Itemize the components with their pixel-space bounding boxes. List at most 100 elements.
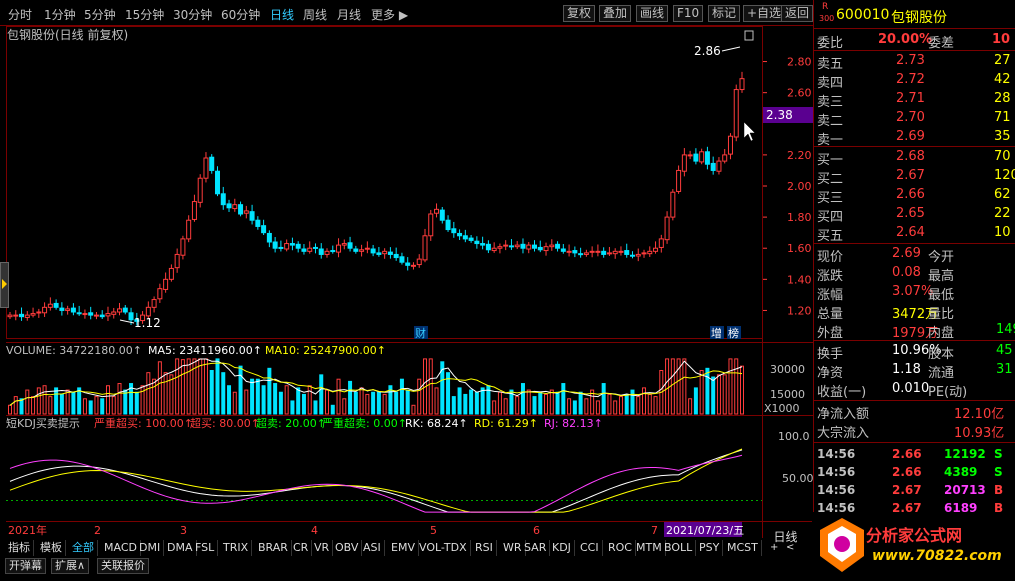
f10-button[interactable]: F10	[673, 5, 704, 22]
indicator-tab-boll[interactable]: BOLL	[661, 540, 697, 556]
kline-chart[interactable]: 2.80 2.60 2.20 2.00 1.80 1.60 1.40 1.20 包钢股份(日线…	[0, 26, 814, 538]
volume-bar	[342, 398, 347, 415]
danmaku-toggle[interactable]: 开弹幕	[5, 558, 46, 574]
indicator-tab-rsi[interactable]: RSI	[472, 540, 497, 556]
candle-body	[514, 244, 520, 248]
mark-button[interactable]: 标记	[708, 5, 741, 22]
candle-body	[261, 225, 267, 234]
volume-bar	[532, 396, 537, 415]
stat-v: 0.08	[892, 265, 921, 280]
candle-body	[393, 253, 399, 259]
candle-body	[376, 252, 382, 255]
ranking-marker[interactable]: 榜	[728, 326, 739, 340]
volume-bar	[232, 391, 237, 415]
scroll-left-icon[interactable]: <	[786, 542, 794, 553]
stat-k: 收益(一)	[817, 385, 867, 400]
period-tab-monthly[interactable]: 月线	[337, 6, 361, 23]
indicator-tab-fsl[interactable]: FSL	[192, 540, 219, 556]
bid-volume: 10	[994, 225, 1011, 240]
indicator-tab-sar[interactable]: SAR	[521, 540, 551, 556]
candle-body	[214, 170, 220, 195]
volume-bar	[595, 400, 600, 415]
candle-body	[330, 250, 336, 253]
volume-bar	[705, 367, 710, 415]
volume-bar	[48, 396, 53, 415]
period-tab-weekly[interactable]: 周线	[303, 6, 327, 23]
chart-area[interactable]: 2.80 2.60 2.20 2.00 1.80 1.60 1.40 1.20 包钢股份(日线…	[0, 26, 814, 538]
flow-row: 净流入额 12.10亿	[814, 402, 1015, 422]
indicator-tab-psy[interactable]: PSY	[696, 540, 724, 556]
candle-body	[7, 314, 13, 318]
period-tab-60min[interactable]: 60分钟	[221, 6, 260, 23]
volume-bar	[434, 387, 439, 415]
period-tab-5min[interactable]: 5分钟	[84, 6, 116, 23]
left-panel-toggle[interactable]	[0, 262, 9, 308]
period-tab-1min[interactable]: 1分钟	[44, 6, 76, 23]
price-tick-label: 1.60	[787, 242, 812, 255]
kdj-rd-value: RD: 61.29↑	[474, 417, 538, 430]
ask-price: 2.70	[896, 110, 925, 125]
indicator-tab-asi[interactable]: ASI	[360, 540, 385, 556]
indicator-tab-macd[interactable]: MACD	[101, 540, 141, 556]
volume-bar	[688, 398, 693, 415]
volume-bar	[54, 387, 59, 415]
volume-bar	[399, 378, 404, 415]
indicator-tab-mcst[interactable]: MCST	[724, 540, 762, 556]
volume-bar	[492, 400, 497, 415]
candle-body	[70, 307, 76, 313]
indicator-tab-指标[interactable]: 指标	[5, 540, 34, 556]
back-button[interactable]: 返回	[781, 5, 814, 22]
volume-bar	[584, 398, 589, 415]
tick-s: B	[994, 483, 1004, 497]
related-quote-tab[interactable]: 关联报价	[97, 558, 149, 574]
period-tab-fenshi[interactable]: 分时	[8, 6, 32, 23]
add-watchlist-button[interactable]: +自选	[743, 5, 786, 22]
candle-body	[111, 311, 117, 315]
indicator-tab-cci[interactable]: CCI	[577, 540, 603, 556]
candle-body	[722, 154, 728, 162]
indicator-tab-trix[interactable]: TRIX	[220, 540, 253, 556]
stat-k2: 量比	[928, 307, 955, 322]
increase-marker[interactable]: 增	[711, 326, 722, 340]
candle-body	[485, 243, 491, 251]
indicator-tab-vr[interactable]: VR	[311, 540, 334, 556]
indicator-tab-全部[interactable]: 全部	[69, 540, 98, 556]
volume-bar	[65, 389, 70, 415]
indicator-tab-cr[interactable]: CR	[290, 540, 313, 556]
volume-scale-label: X1000	[764, 402, 800, 415]
period-tab-15min[interactable]: 15分钟	[125, 6, 164, 23]
indicator-tab-dmi[interactable]: DMI	[136, 540, 165, 556]
period-tab-daily[interactable]: 日线	[270, 6, 294, 23]
bid-price: 2.66	[896, 187, 925, 202]
volume-bar	[25, 389, 30, 415]
indicator-tab-obv[interactable]: OBV	[332, 540, 363, 556]
ask-label: 卖四	[817, 76, 844, 91]
candle-body	[186, 219, 192, 240]
volume-bar	[111, 396, 116, 415]
candle-body	[93, 314, 99, 317]
indicator-tab-emv[interactable]: EMV	[388, 540, 419, 556]
fuquan-button[interactable]: 复权	[563, 5, 596, 22]
volume-bar	[538, 391, 543, 415]
volume-bar	[699, 370, 704, 415]
candle-body	[583, 252, 589, 255]
bid-row: 买一 2.68 70	[814, 148, 1015, 168]
draw-line-button[interactable]: 画线	[636, 5, 669, 22]
svg-text:2021年: 2021年	[8, 523, 47, 537]
overlay-button[interactable]: 叠加	[599, 5, 632, 22]
expand-toggle[interactable]: 扩展∧	[51, 558, 90, 574]
volume-bar	[290, 400, 295, 415]
indicator-tab-roc[interactable]: ROC	[605, 540, 636, 556]
finance-marker[interactable]: 财	[415, 326, 426, 340]
bid-row: 买二 2.67 120	[814, 167, 1015, 187]
indicator-tab-brar[interactable]: BRAR	[255, 540, 292, 556]
indicator-tab-kdj[interactable]: KDJ	[549, 540, 575, 556]
add-tab-icon[interactable]: +	[770, 542, 778, 553]
indicator-tab-模板[interactable]: 模板	[37, 540, 66, 556]
candle-body	[710, 162, 716, 171]
candle-body	[30, 313, 36, 316]
period-tab-30min[interactable]: 30分钟	[173, 6, 212, 23]
indicator-tab-vol-tdx[interactable]: VOL-TDX	[416, 540, 471, 556]
candle-body	[336, 244, 342, 253]
period-tab-more[interactable]: 更多 ▶	[371, 6, 408, 23]
